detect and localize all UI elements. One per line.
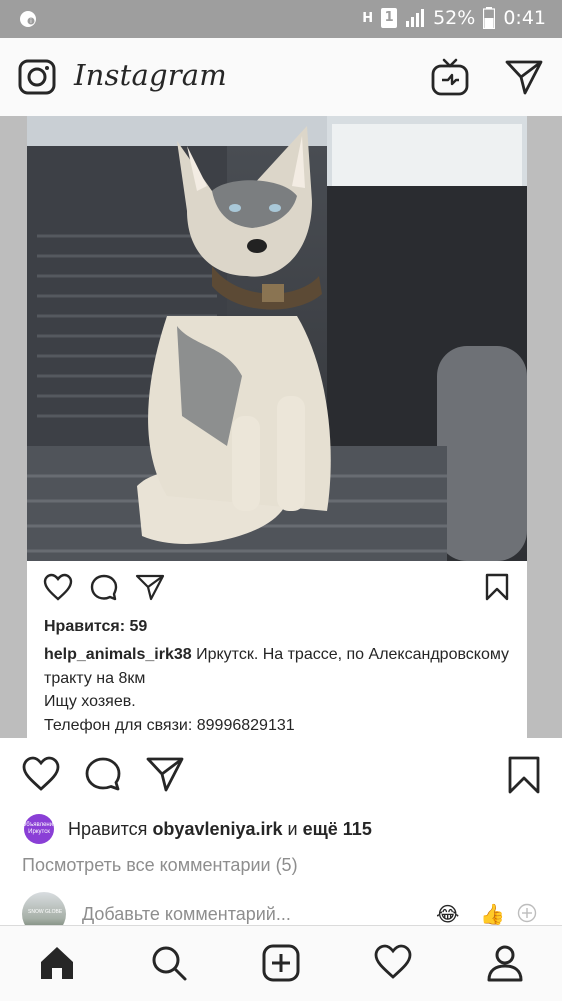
quick-emoji-laugh-button[interactable]: 😂 <box>436 902 459 927</box>
liked-by-avatar[interactable]: Объявления Иркутск <box>21 814 57 844</box>
quick-emoji-thumbs-up-button[interactable]: 👍 <box>480 902 505 927</box>
inner-caption-line2: Ищу хозяев. <box>44 693 136 710</box>
clock: 0:41 <box>503 7 546 29</box>
husky-illustration <box>27 116 527 561</box>
inner-caption: help_animals_irk38 Иркутск. На трассе, п… <box>44 643 514 737</box>
network-type-label: H <box>362 10 374 26</box>
home-icon[interactable] <box>38 944 76 982</box>
battery-percent: 52% <box>433 7 476 29</box>
add-emoji-icon[interactable] <box>517 903 537 923</box>
inner-bookmark-icon <box>485 573 509 601</box>
igtv-icon[interactable] <box>431 58 469 96</box>
signal-icon <box>406 9 425 27</box>
dog-photo <box>27 116 527 561</box>
camera-icon[interactable] <box>18 58 56 96</box>
status-bar: i H 1 52% 0:41 <box>0 0 562 38</box>
add-comment-row[interactable]: SNOW GLOBE Добавьте комментарий... 😂 👍 <box>22 890 542 936</box>
bottom-nav <box>0 925 562 1001</box>
post-actions <box>0 750 562 800</box>
search-icon[interactable] <box>150 944 188 982</box>
liked-by-others[interactable]: ещё 115 <box>303 819 372 839</box>
liked-by-row[interactable]: Объявления Иркутск Нравится obyavleniya.… <box>21 814 372 844</box>
post-screenshot-card: Нравится: 59 help_animals_irk38 Иркутск.… <box>27 561 527 738</box>
top-bar: Instagram <box>0 38 562 117</box>
activity-icon[interactable] <box>374 944 412 980</box>
inner-likes-count: Нравится: 59 <box>44 618 148 635</box>
comment-icon[interactable] <box>84 756 122 792</box>
share-icon[interactable] <box>146 756 184 792</box>
view-all-comments-link[interactable]: Посмотреть все комментарии (5) <box>22 855 298 876</box>
inner-caption-line3: Телефон для связи: 89996829131 <box>44 716 295 734</box>
like-icon[interactable] <box>22 756 60 792</box>
comment-input[interactable]: Добавьте комментарий... <box>82 904 291 925</box>
sim-badge: 1 <box>381 8 398 28</box>
liked-by-middle: и <box>282 818 303 839</box>
liked-by-avatar-text: Объявления Иркутск <box>21 822 57 835</box>
inner-caption-username: help_animals_irk38 <box>44 646 192 663</box>
profile-icon[interactable] <box>486 944 524 982</box>
direct-message-icon[interactable] <box>505 59 543 95</box>
inner-heart-icon <box>43 573 73 601</box>
user-avatar-text: SNOW GLOBE <box>28 909 63 915</box>
inner-comment-icon <box>90 574 118 601</box>
battery-icon <box>483 7 496 29</box>
notification-icon: i <box>20 11 36 27</box>
liked-by-username[interactable]: obyavleniya.irk <box>152 819 282 839</box>
create-icon[interactable] <box>262 944 300 982</box>
app-title: Instagram <box>74 58 227 92</box>
bookmark-icon[interactable] <box>508 756 540 794</box>
inner-share-icon <box>135 574 165 601</box>
liked-by-prefix: Нравится <box>68 818 153 839</box>
post-image[interactable]: Нравится: 59 help_animals_irk38 Иркутск.… <box>0 116 562 738</box>
